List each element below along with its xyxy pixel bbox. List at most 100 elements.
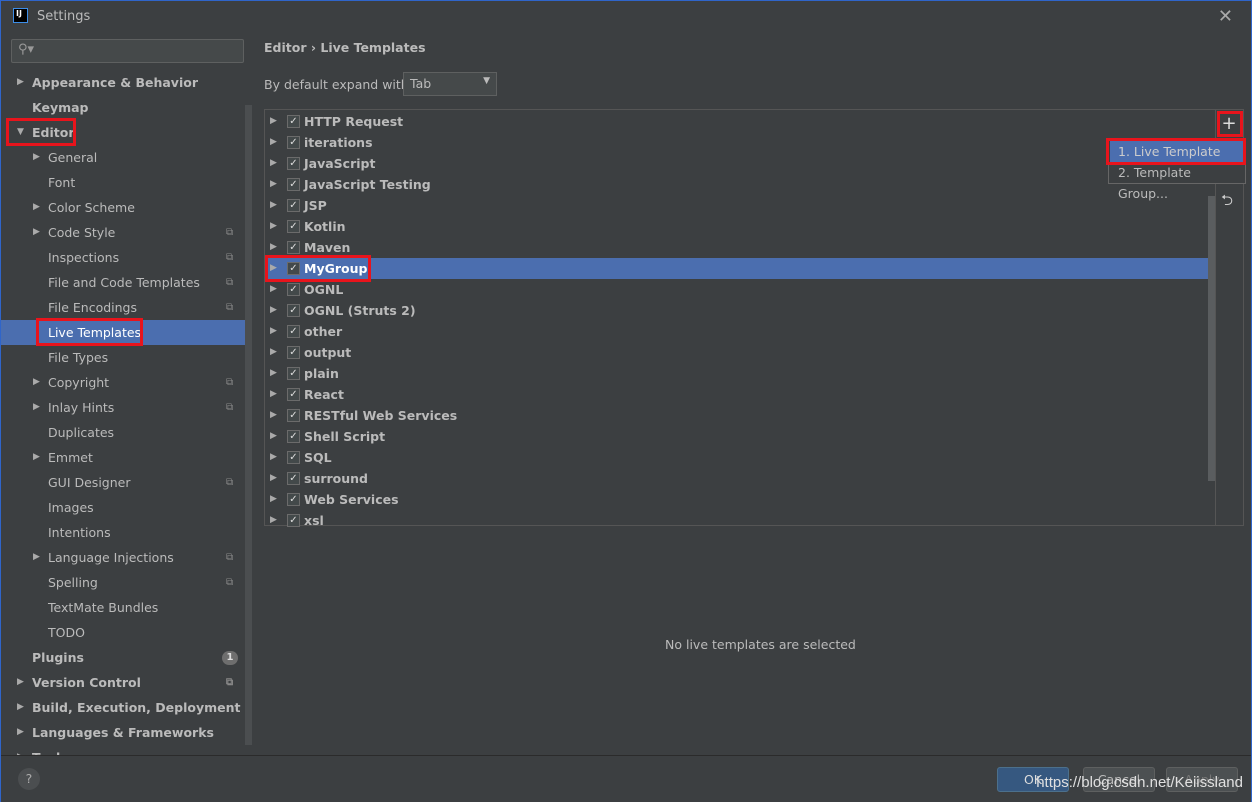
sidebar-item-duplicates[interactable]: Duplicates: [1, 420, 245, 445]
template-group-row[interactable]: ▶ ✓ OGNL (Struts 2): [265, 300, 1215, 321]
menu-item-template-group[interactable]: 2. Template Group...: [1110, 162, 1244, 201]
template-group-row[interactable]: ▶ ✓ JavaScript Testing: [265, 174, 1215, 195]
group-checkbox[interactable]: ✓: [287, 451, 300, 464]
group-checkbox[interactable]: ✓: [287, 136, 300, 149]
sidebar-item-tools[interactable]: ▶ Tools: [1, 745, 245, 755]
chevron-right-icon[interactable]: ▶: [33, 220, 40, 245]
chevron-right-icon[interactable]: ▶: [17, 70, 24, 95]
chevron-right-icon[interactable]: ▶: [33, 195, 40, 220]
group-checkbox[interactable]: ✓: [287, 157, 300, 170]
chevron-right-icon[interactable]: ▶: [270, 153, 277, 174]
sidebar-item-copyright[interactable]: ▶ Copyright ⧉: [1, 370, 245, 395]
group-checkbox[interactable]: ✓: [287, 220, 300, 233]
chevron-right-icon[interactable]: ▶: [270, 174, 277, 195]
group-checkbox[interactable]: ✓: [287, 388, 300, 401]
chevron-right-icon[interactable]: ▶: [270, 132, 277, 153]
sidebar-item-plugins[interactable]: Plugins 1: [1, 645, 245, 670]
group-checkbox[interactable]: ✓: [287, 493, 300, 506]
group-checkbox[interactable]: ✓: [287, 430, 300, 443]
sidebar-item-textmate-bundles[interactable]: TextMate Bundles: [1, 595, 245, 620]
chevron-right-icon[interactable]: ▶: [33, 445, 40, 470]
chevron-right-icon[interactable]: ▶: [270, 468, 277, 489]
template-group-row[interactable]: ▶ ✓ xsl: [265, 510, 1215, 531]
sidebar-item-appearance-behavior[interactable]: ▶ Appearance & Behavior: [1, 70, 245, 95]
template-group-row[interactable]: ▶ ✓ SQL: [265, 447, 1215, 468]
group-checkbox[interactable]: ✓: [287, 346, 300, 359]
template-group-row[interactable]: ▶ ✓ other: [265, 321, 1215, 342]
undo-icon[interactable]: ⮌: [1221, 190, 1233, 215]
chevron-right-icon[interactable]: ▶: [33, 545, 40, 570]
template-group-row[interactable]: ▶ ✓ Web Services: [265, 489, 1215, 510]
chevron-right-icon[interactable]: ▶: [270, 321, 277, 342]
group-checkbox[interactable]: ✓: [287, 409, 300, 422]
group-checkbox[interactable]: ✓: [287, 325, 300, 338]
group-checkbox[interactable]: ✓: [287, 514, 300, 527]
sidebar-item-keymap[interactable]: Keymap: [1, 95, 245, 120]
expand-select[interactable]: Tab ▼: [403, 72, 497, 96]
template-group-row[interactable]: ▶ ✓ MyGroup: [265, 258, 1215, 279]
group-checkbox[interactable]: ✓: [287, 241, 300, 254]
chevron-right-icon[interactable]: ▶: [270, 510, 277, 531]
group-checkbox[interactable]: ✓: [287, 115, 300, 128]
chevron-right-icon[interactable]: ▶: [17, 720, 24, 745]
template-group-row[interactable]: ▶ ✓ Kotlin: [265, 216, 1215, 237]
chevron-right-icon[interactable]: ▶: [270, 279, 277, 300]
template-group-row[interactable]: ▶ ✓ surround: [265, 468, 1215, 489]
sidebar-item-language-injections[interactable]: ▶ Language Injections ⧉: [1, 545, 245, 570]
group-checkbox[interactable]: ✓: [287, 199, 300, 212]
sidebar-item-gui-designer[interactable]: GUI Designer ⧉: [1, 470, 245, 495]
template-group-row[interactable]: ▶ ✓ Shell Script: [265, 426, 1215, 447]
chevron-right-icon[interactable]: ▶: [270, 405, 277, 426]
chevron-right-icon[interactable]: ▶: [270, 195, 277, 216]
chevron-right-icon[interactable]: ▶: [270, 384, 277, 405]
template-group-row[interactable]: ▶ ✓ HTTP Request: [265, 111, 1215, 132]
sidebar-item-spelling[interactable]: Spelling ⧉: [1, 570, 245, 595]
sidebar-item-color-scheme[interactable]: ▶ Color Scheme: [1, 195, 245, 220]
chevron-right-icon[interactable]: ▶: [17, 695, 24, 720]
chevron-right-icon[interactable]: ▶: [270, 363, 277, 384]
sidebar-item-emmet[interactable]: ▶ Emmet: [1, 445, 245, 470]
sidebar-item-font[interactable]: Font: [1, 170, 245, 195]
sidebar-item-general[interactable]: ▶ General: [1, 145, 245, 170]
group-checkbox[interactable]: ✓: [287, 367, 300, 380]
chevron-right-icon[interactable]: ▶: [270, 447, 277, 468]
sidebar-item-build-execution-deployment[interactable]: ▶ Build, Execution, Deployment: [1, 695, 245, 720]
chevron-right-icon[interactable]: ▶: [270, 300, 277, 321]
chevron-right-icon[interactable]: ▶: [270, 489, 277, 510]
sidebar-item-inlay-hints[interactable]: ▶ Inlay Hints ⧉: [1, 395, 245, 420]
chevron-right-icon[interactable]: ▶: [33, 370, 40, 395]
sidebar-item-file-encodings[interactable]: File Encodings ⧉: [1, 295, 245, 320]
sidebar-scrollbar[interactable]: [245, 105, 252, 745]
sidebar-item-file-and-code-templates[interactable]: File and Code Templates ⧉: [1, 270, 245, 295]
tree-scrollbar[interactable]: [1208, 196, 1215, 481]
sidebar-item-inspections[interactable]: Inspections ⧉: [1, 245, 245, 270]
template-group-row[interactable]: ▶ ✓ JavaScript: [265, 153, 1215, 174]
template-group-row[interactable]: ▶ ✓ iterations: [265, 132, 1215, 153]
chevron-right-icon[interactable]: ▶: [33, 395, 40, 420]
group-checkbox[interactable]: ✓: [287, 178, 300, 191]
sidebar-item-images[interactable]: Images: [1, 495, 245, 520]
group-checkbox[interactable]: ✓: [287, 283, 300, 296]
search-input[interactable]: ⚲▾: [11, 39, 244, 63]
close-icon[interactable]: ✕: [1218, 6, 1233, 27]
template-group-row[interactable]: ▶ ✓ output: [265, 342, 1215, 363]
template-group-row[interactable]: ▶ ✓ plain: [265, 363, 1215, 384]
sidebar-item-version-control[interactable]: ▶ Version Control ⧉: [1, 670, 245, 695]
chevron-right-icon[interactable]: ▶: [17, 745, 24, 755]
template-group-row[interactable]: ▶ ✓ Maven: [265, 237, 1215, 258]
sidebar-item-todo[interactable]: TODO: [1, 620, 245, 645]
chevron-right-icon[interactable]: ▶: [17, 670, 24, 695]
chevron-right-icon[interactable]: ▶: [33, 145, 40, 170]
template-group-row[interactable]: ▶ ✓ OGNL: [265, 279, 1215, 300]
chevron-right-icon[interactable]: ▶: [270, 111, 277, 132]
sidebar-item-intentions[interactable]: Intentions: [1, 520, 245, 545]
template-group-row[interactable]: ▶ ✓ JSP: [265, 195, 1215, 216]
chevron-right-icon[interactable]: ▶: [270, 342, 277, 363]
chevron-right-icon[interactable]: ▶: [270, 216, 277, 237]
template-group-row[interactable]: ▶ ✓ RESTful Web Services: [265, 405, 1215, 426]
sidebar-item-code-style[interactable]: ▶ Code Style ⧉: [1, 220, 245, 245]
sidebar-item-file-types[interactable]: File Types: [1, 345, 245, 370]
group-checkbox[interactable]: ✓: [287, 472, 300, 485]
chevron-right-icon[interactable]: ▶: [270, 426, 277, 447]
group-checkbox[interactable]: ✓: [287, 304, 300, 317]
